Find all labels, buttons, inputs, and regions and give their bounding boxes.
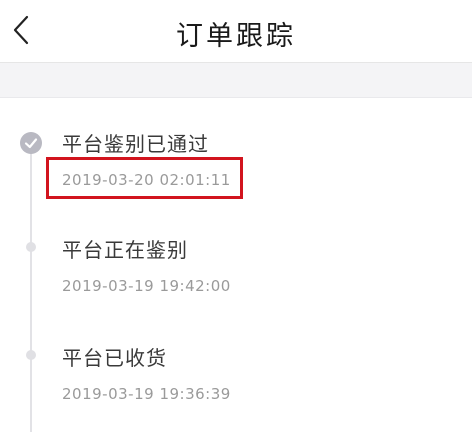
timeline-line xyxy=(30,152,32,432)
page-title: 订单跟踪 xyxy=(176,21,296,52)
event-title: 平台正在鉴别 xyxy=(62,238,188,262)
section-divider xyxy=(0,63,472,98)
event-time: 2019-03-19 19:36:39 xyxy=(62,385,231,403)
timeline-dot-done xyxy=(20,132,42,154)
check-icon xyxy=(24,138,38,149)
tracking-timeline: 平台鉴别已通过 2019-03-20 02:01:11 平台正在鉴别 2019-… xyxy=(0,98,472,432)
highlight-box xyxy=(46,157,243,199)
event-time: 2019-03-19 19:42:00 xyxy=(62,277,231,295)
timeline-dot-pending xyxy=(26,242,36,252)
timeline-event: 平台正在鉴别 2019-03-19 19:42:00 xyxy=(62,234,231,295)
event-title: 平台鉴别已通过 xyxy=(62,132,209,156)
timeline-event: 平台已收货 2019-03-19 19:36:39 xyxy=(62,342,231,403)
timeline-dot-pending xyxy=(26,350,36,360)
event-title: 平台已收货 xyxy=(62,346,167,370)
nav-header: 订单跟踪 xyxy=(0,0,472,63)
